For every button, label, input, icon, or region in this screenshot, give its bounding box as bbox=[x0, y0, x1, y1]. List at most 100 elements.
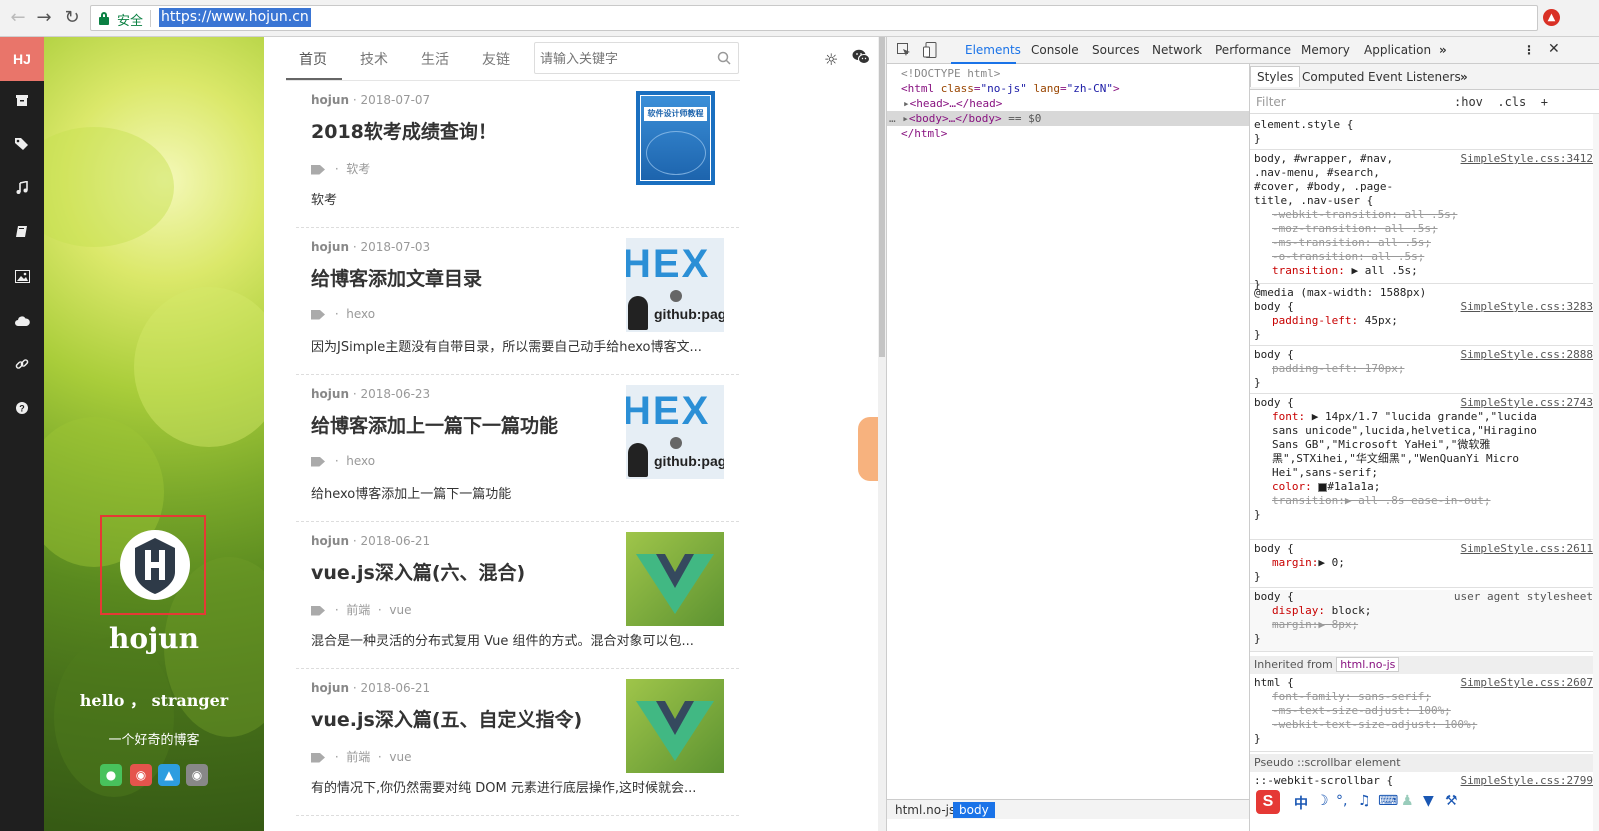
dom-head-node[interactable]: ▸<head>…</head> bbox=[887, 96, 1249, 111]
weibo-icon[interactable]: ◉ bbox=[130, 764, 152, 786]
expand-arrow-icon[interactable]: ▸ bbox=[903, 97, 910, 110]
tab-sources[interactable]: Sources bbox=[1092, 43, 1139, 57]
tab-home[interactable]: 首页 bbox=[299, 49, 327, 69]
css-property[interactable]: transition: ▶ all .5s; bbox=[1254, 264, 1593, 278]
reload-icon[interactable]: ↻ bbox=[62, 8, 82, 28]
tab-tech[interactable]: 技术 bbox=[360, 49, 388, 69]
more-tabs-icon[interactable]: » bbox=[1460, 70, 1468, 84]
hov-toggle[interactable]: :hov bbox=[1454, 95, 1483, 109]
rule-source-link[interactable]: SimpleStyle.css:2611 bbox=[1461, 542, 1593, 556]
article-author[interactable]: hojun bbox=[311, 387, 349, 401]
article-tag[interactable]: vue bbox=[389, 750, 411, 764]
filter-input[interactable]: Filter bbox=[1256, 95, 1286, 109]
style-rule[interactable]: html { SimpleStyle.css:2607 font-family:… bbox=[1250, 676, 1593, 752]
keyboard-icon[interactable]: ⌨ bbox=[1378, 793, 1398, 809]
article-tag[interactable]: hexo bbox=[346, 454, 375, 468]
css-property[interactable]: -ms-text-size-adjust: 100%; bbox=[1254, 704, 1593, 718]
tab-memory[interactable]: Memory bbox=[1301, 43, 1350, 57]
forward-icon[interactable]: → bbox=[34, 8, 54, 28]
tab-computed[interactable]: Computed bbox=[1302, 70, 1364, 84]
avatar[interactable] bbox=[120, 530, 190, 600]
skin-icon[interactable]: ▼ bbox=[1423, 793, 1434, 809]
article-card[interactable]: hojun · 2018-06-21 vue.js深入篇(五、自定义指令) · … bbox=[296, 669, 739, 816]
rule-source-link[interactable]: SimpleStyle.css:2607 bbox=[1461, 676, 1593, 690]
cloud-icon[interactable] bbox=[12, 313, 32, 333]
breadcrumb-html[interactable]: html.no-js bbox=[889, 802, 961, 818]
article-title[interactable]: vue.js深入篇(五、自定义指令) bbox=[311, 705, 582, 732]
inspect-icon[interactable] bbox=[897, 43, 911, 57]
new-rule-icon[interactable]: + bbox=[1541, 95, 1548, 109]
tab-life[interactable]: 生活 bbox=[421, 49, 449, 69]
tab-styles[interactable]: Styles bbox=[1250, 66, 1301, 87]
dom-html-node[interactable]: <html class="no-js" lang="zh-CN"> bbox=[887, 81, 1249, 96]
style-rule[interactable]: body { user agent stylesheet display: bl… bbox=[1250, 590, 1593, 652]
sogou-icon[interactable]: S bbox=[1256, 790, 1280, 814]
style-rule[interactable]: body { SimpleStyle.css:2743 font: ▶ 14px… bbox=[1250, 396, 1593, 540]
article-card[interactable]: hojun · 2018-07-03 给博客添加文章目录 · hexo 因为JS… bbox=[296, 228, 739, 375]
article-thumbnail[interactable]: HEX github:pag bbox=[626, 238, 724, 332]
tab-elements[interactable]: Elements bbox=[965, 43, 1021, 57]
article-tag[interactable]: 软考 bbox=[346, 162, 370, 176]
half-width-icon[interactable]: ☽ bbox=[1316, 793, 1329, 809]
styles-scrollbar[interactable] bbox=[1593, 114, 1599, 831]
article-title[interactable]: 给博客添加上一篇下一篇功能 bbox=[311, 411, 558, 438]
css-property[interactable]: font-family: sans-serif; bbox=[1254, 690, 1593, 704]
article-card[interactable]: hojun · 2018-06-21 vue.js深入篇(六、混合) · 前端 … bbox=[296, 522, 739, 669]
style-rule[interactable]: body, #wrapper, #nav, .nav-menu, #search… bbox=[1250, 152, 1593, 291]
user-icon[interactable]: ♟ bbox=[1401, 793, 1414, 809]
article-author[interactable]: hojun bbox=[311, 681, 349, 695]
article-tag[interactable]: 前端 bbox=[346, 603, 370, 617]
article-thumbnail[interactable]: V bbox=[626, 679, 724, 773]
image-icon[interactable] bbox=[12, 269, 32, 289]
article-author[interactable]: hojun bbox=[311, 534, 349, 548]
qq-icon[interactable]: ▲ bbox=[158, 764, 180, 786]
wechat-icon[interactable]: ● bbox=[100, 764, 122, 786]
search-icon[interactable] bbox=[717, 51, 731, 65]
tags-icon[interactable] bbox=[12, 137, 32, 157]
css-property[interactable]: padding-left: 45px; bbox=[1254, 314, 1593, 328]
article-card[interactable]: hojun · 2018-07-07 2018软考成绩查询！ · 软考 软考 软… bbox=[296, 81, 739, 228]
style-rule[interactable]: @media (max-width: 1588px) body { Simple… bbox=[1250, 286, 1593, 346]
book-icon[interactable] bbox=[12, 225, 32, 245]
rule-source-link[interactable]: SimpleStyle.css:2743 bbox=[1461, 396, 1593, 410]
css-property[interactable]: display: block; bbox=[1254, 604, 1593, 618]
device-toolbar-icon[interactable] bbox=[923, 42, 937, 58]
style-rule[interactable]: element.style { } bbox=[1250, 118, 1593, 150]
rule-source-link[interactable]: SimpleStyle.css:2799 bbox=[1461, 774, 1593, 788]
css-property[interactable]: color: #1a1a1a; bbox=[1254, 480, 1593, 494]
back-icon[interactable]: ← bbox=[8, 8, 28, 28]
extension-icon[interactable]: ▲ bbox=[1543, 9, 1560, 26]
page-scrollbar[interactable] bbox=[878, 37, 886, 831]
cls-toggle[interactable]: .cls bbox=[1497, 95, 1526, 109]
music-icon[interactable] bbox=[12, 180, 32, 201]
settings-icon[interactable]: ⚒ bbox=[1445, 793, 1458, 809]
article-title[interactable]: 2018软考成绩查询！ bbox=[311, 117, 497, 144]
css-property[interactable]: -moz-transition: all .5s; bbox=[1254, 222, 1593, 236]
inherited-source[interactable]: html.no-js bbox=[1336, 657, 1400, 672]
article-tag[interactable]: vue bbox=[389, 603, 411, 617]
search-input[interactable] bbox=[540, 49, 710, 69]
floating-mascot[interactable] bbox=[858, 417, 880, 481]
link-icon[interactable] bbox=[12, 357, 32, 377]
article-author[interactable]: hojun bbox=[311, 93, 349, 107]
css-property[interactable]: padding-left: 170px; bbox=[1254, 362, 1593, 376]
tab-console[interactable]: Console bbox=[1031, 43, 1079, 57]
tab-network[interactable]: Network bbox=[1152, 43, 1202, 57]
dom-body-node[interactable]: … ▸<body>…</body> == $0 bbox=[887, 111, 1249, 126]
microphone-icon[interactable]: ♫ bbox=[1358, 793, 1371, 809]
article-tag[interactable]: hexo bbox=[346, 307, 375, 321]
address-bar[interactable]: 安全 https://www.hojun.cn ☆ bbox=[90, 5, 1538, 31]
style-rule[interactable]: body { SimpleStyle.css:2888 padding-left… bbox=[1250, 348, 1593, 394]
css-property[interactable]: margin:▶ 0; bbox=[1254, 556, 1593, 570]
article-title[interactable]: vue.js深入篇(六、混合) bbox=[311, 558, 525, 585]
css-property[interactable]: -o-transition: all .5s; bbox=[1254, 250, 1593, 264]
ime-mode-label[interactable]: 中 bbox=[1294, 793, 1308, 813]
tab-application[interactable]: Application bbox=[1364, 43, 1431, 57]
css-property[interactable]: -webkit-text-size-adjust: 100%; bbox=[1254, 718, 1593, 732]
punctuation-icon[interactable]: °, bbox=[1336, 793, 1347, 809]
tab-performance[interactable]: Performance bbox=[1215, 43, 1291, 57]
more-tabs-icon[interactable]: » bbox=[1439, 43, 1447, 57]
expand-arrow-icon[interactable]: ▸ bbox=[902, 112, 909, 125]
article-card[interactable]: hojun · 2018-06-23 给博客添加上一篇下一篇功能 · hexo … bbox=[296, 375, 739, 522]
rule-source-link[interactable]: SimpleStyle.css:3283 bbox=[1461, 300, 1593, 314]
